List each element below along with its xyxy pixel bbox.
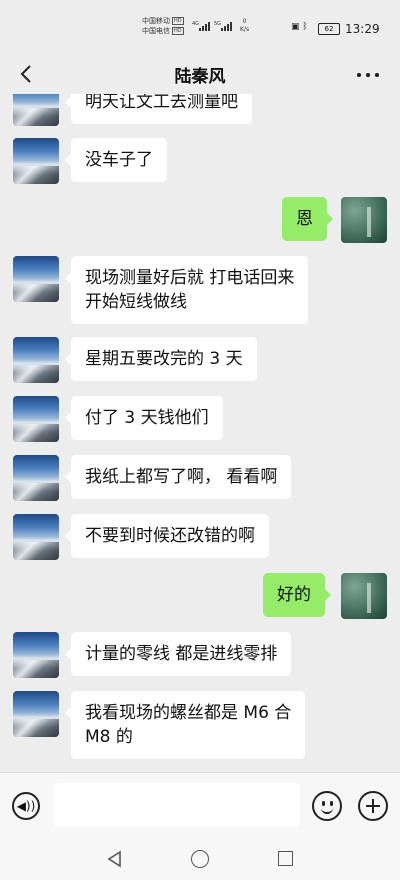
- message-text: 计量的零线 都是进线零排: [85, 644, 278, 664]
- carrier1-hd-badge: HD: [172, 17, 184, 25]
- message-bubble-self[interactable]: 恩: [282, 197, 333, 241]
- contact-avatar[interactable]: [13, 138, 59, 184]
- signal2-label: 5G: [214, 21, 221, 27]
- contact-avatar[interactable]: [13, 632, 59, 678]
- message-text: 我看现场的螺丝都是 M6 合: [85, 703, 292, 723]
- message-list[interactable]: 明天让文工去测量吧 没车子了 恩 现场测量好后就 打电话回来 开始短线做线 星期…: [0, 94, 400, 772]
- carrier2-hd-badge: HD: [172, 27, 184, 35]
- message-text: 恩: [296, 209, 313, 229]
- vibrate-bluetooth-icons: ▣ ᛒ: [291, 22, 308, 32]
- emoji-icon[interactable]: [312, 791, 342, 821]
- status-bar: 中国移动 HD 中国电信 HD 4G 5G 0 K/s ▣ ᛒ 62 13:29: [0, 0, 400, 56]
- message-bubble[interactable]: 星期五要改完的 3 天: [65, 337, 257, 381]
- message-input[interactable]: [54, 783, 300, 827]
- contact-avatar[interactable]: [13, 514, 59, 560]
- chat-title: 陆秦风: [174, 67, 226, 87]
- contact-avatar[interactable]: [13, 396, 59, 442]
- carrier-info: 中国移动 HD 中国电信 HD: [142, 16, 184, 36]
- triangle-back-icon[interactable]: [106, 850, 124, 868]
- battery-indicator: 62: [318, 23, 340, 35]
- contact-avatar[interactable]: [13, 94, 59, 126]
- message-text: 付了 3 天钱他们: [85, 408, 209, 428]
- message-bubble[interactable]: 我看现场的螺丝都是 M6 合 M8 的: [64, 691, 306, 759]
- message-bubble[interactable]: 计量的零线 都是进线零排: [64, 632, 292, 676]
- circle-home-icon[interactable]: [191, 850, 209, 868]
- message-bubble[interactable]: 没车子了: [65, 138, 167, 182]
- contact-avatar[interactable]: [13, 337, 59, 383]
- network-speed-unit: K/s: [240, 26, 250, 33]
- message-text-line2: M8 的: [85, 727, 133, 747]
- chat-header: 陆秦风: [0, 56, 400, 94]
- vibrate-icon: ▣: [291, 22, 300, 32]
- network-speed: 0 K/s: [240, 18, 249, 34]
- message-text: 好的: [277, 585, 311, 605]
- bluetooth-icon: ᛒ: [302, 22, 308, 32]
- input-bar: ◀)): [0, 772, 400, 840]
- carrier2-name: 中国电信: [142, 27, 170, 35]
- message-bubble[interactable]: 明天让文工去测量吧: [65, 94, 252, 124]
- message-text-line2: 开始短线做线: [85, 292, 187, 312]
- message-bubble[interactable]: 付了 3 天钱他们: [65, 396, 223, 440]
- more-horizontal-icon[interactable]: [354, 66, 382, 82]
- message-text: 现场测量好后就 打电话回来: [85, 268, 295, 288]
- message-bubble[interactable]: 我纸上都写了啊， 看看啊: [64, 455, 292, 499]
- message-text: 不要到时候还改错的啊: [85, 526, 255, 546]
- signal-icon-2: 5G: [214, 21, 232, 31]
- self-avatar[interactable]: [341, 197, 387, 243]
- signal-icon: 4G: [192, 21, 210, 31]
- system-navigation-bar: [0, 840, 400, 880]
- signal1-label: 4G: [192, 21, 199, 27]
- contact-avatar[interactable]: [13, 691, 59, 737]
- message-bubble-self[interactable]: 好的: [263, 573, 331, 617]
- square-recent-icon[interactable]: [278, 851, 293, 866]
- contact-avatar[interactable]: [13, 256, 59, 302]
- voice-icon[interactable]: ◀)): [12, 792, 40, 820]
- message-bubble[interactable]: 不要到时候还改错的啊: [65, 514, 269, 558]
- self-avatar[interactable]: [341, 573, 387, 619]
- network-speed-value: 0: [242, 18, 247, 25]
- plus-icon[interactable]: [358, 791, 388, 821]
- contact-avatar[interactable]: [13, 455, 59, 501]
- message-text: 星期五要改完的 3 天: [85, 349, 243, 369]
- message-text: 明天让文工去测量吧: [85, 94, 238, 112]
- carrier1-name: 中国移动: [142, 17, 170, 25]
- message-bubble[interactable]: 现场测量好后就 打电话回来 开始短线做线: [64, 256, 309, 324]
- message-text: 没车子了: [85, 150, 153, 170]
- message-text: 我纸上都写了啊， 看看啊: [85, 467, 278, 487]
- status-time: 13:29: [345, 22, 380, 36]
